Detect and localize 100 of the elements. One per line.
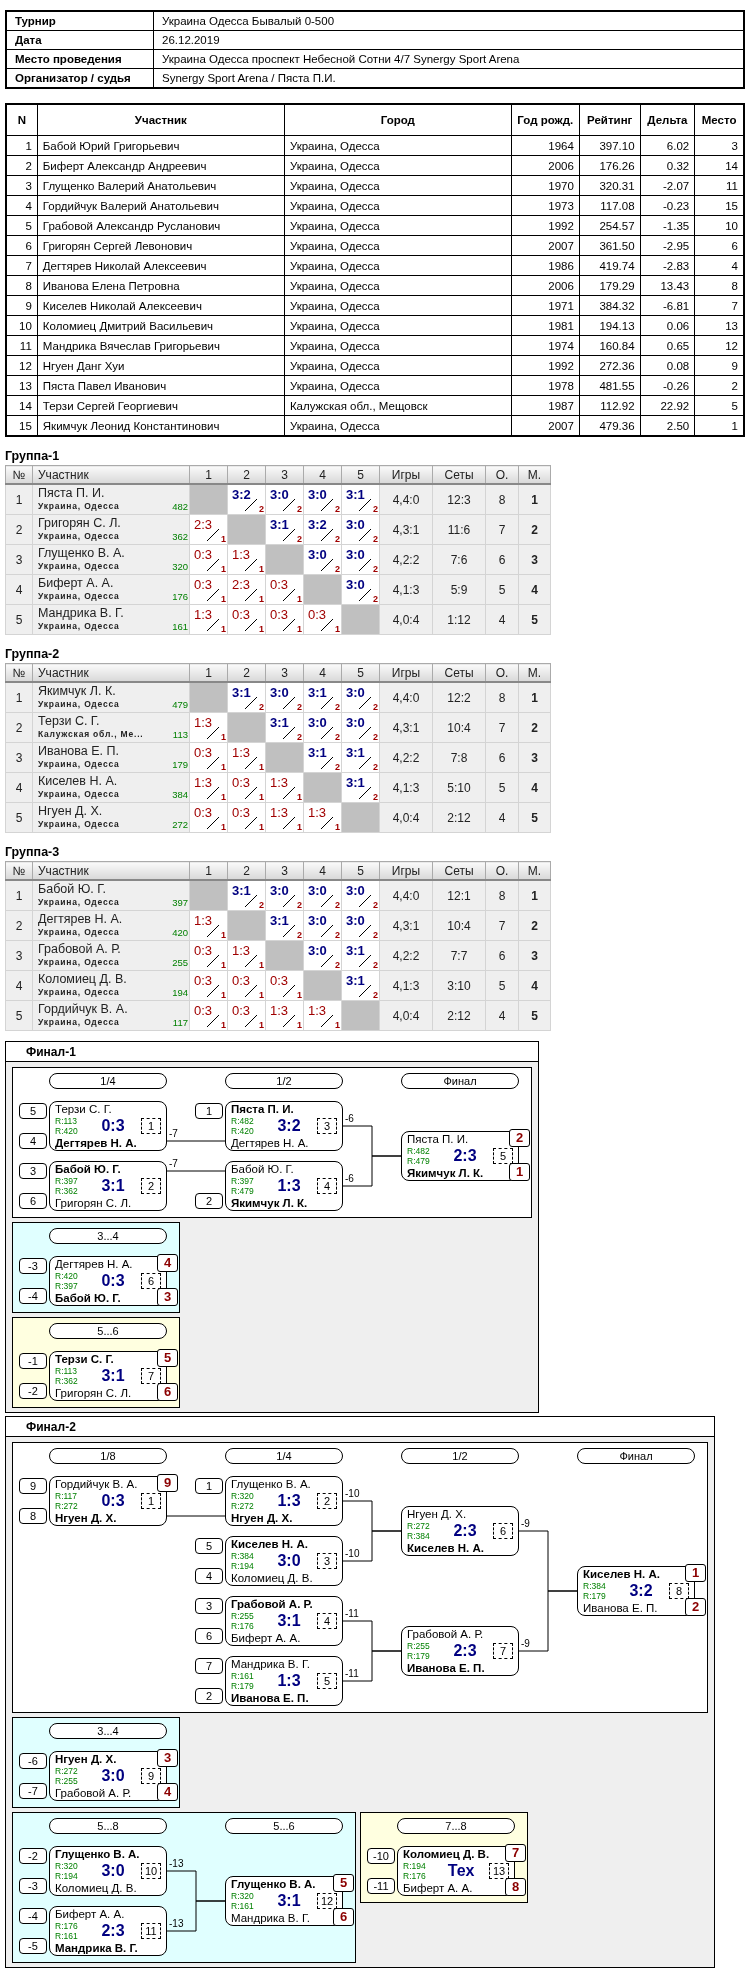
game-points: 1: [259, 822, 264, 832]
match-number: 3: [317, 1553, 337, 1569]
game-points: 2: [297, 534, 302, 544]
game-score: 1:3: [308, 1003, 327, 1018]
loser-label: -10: [345, 1548, 360, 1559]
rating-label: R:176: [231, 1621, 255, 1631]
column-header: О.: [485, 861, 519, 880]
player-city: Украина, Одесса: [38, 561, 120, 571]
player-city: Калужская обл., Ме...: [38, 729, 144, 739]
table-cell: 14: [6, 395, 38, 416]
column-header: Игры: [379, 861, 433, 880]
column-header: Сеты: [432, 861, 486, 880]
table-cell: Глущенко Валерий Анатольевич: [37, 175, 285, 196]
slash-mark: [244, 618, 258, 632]
table-cell: 12: [6, 355, 38, 376]
column-header: №: [5, 861, 33, 880]
game-points: 1: [297, 624, 302, 634]
loser-label: -9: [521, 1638, 530, 1649]
table-cell: 3: [5, 940, 33, 971]
loser-label: -7: [169, 1158, 178, 1169]
table-cell: 5: [5, 1000, 33, 1031]
round-label: 5...6: [225, 1818, 343, 1834]
table-cell: 179.29: [579, 275, 641, 296]
table-cell: 11:6: [432, 514, 486, 545]
player-city: Украина, Одесса: [38, 699, 120, 709]
player-name: Биферт А. А.: [55, 1907, 126, 1921]
table-cell: 0.08: [640, 355, 695, 376]
game-score: 3:1: [346, 973, 365, 988]
seed-box: -6: [19, 1753, 47, 1769]
player-name: Дегтярев Н. А.: [55, 1136, 138, 1150]
player-name: Биферт А. А.: [38, 576, 114, 590]
game-points: 2: [335, 762, 340, 772]
player-name: Киселев Н. А.: [231, 1537, 309, 1551]
rating-label: R:179: [583, 1591, 607, 1601]
slash-mark: [358, 558, 372, 572]
slash-mark: [206, 816, 220, 830]
rating-label: R:320: [231, 1891, 255, 1901]
player-name: Бабой Ю. Г.: [231, 1162, 295, 1176]
table-cell: 7:6: [432, 544, 486, 575]
slash-mark: [358, 984, 372, 998]
table-cell: Украина, Одесса: [284, 155, 512, 176]
column-header: 1: [189, 663, 228, 682]
slash-mark: [320, 924, 334, 938]
player-name: Нгуен Д. Х.: [55, 1511, 118, 1525]
table-cell: 4,0:4: [379, 1000, 433, 1031]
game-score: 0:3: [308, 607, 327, 622]
round-label: 1/4: [49, 1073, 167, 1089]
table-cell: -6.81: [640, 295, 695, 316]
game-score: 3:1: [232, 685, 251, 700]
table-cell: -2.07: [640, 175, 695, 196]
place-badge: 2: [685, 1598, 706, 1616]
game-score: 3:0: [308, 913, 327, 928]
game-points: 1: [221, 732, 226, 742]
slash-mark: [206, 726, 220, 740]
game-points: 1: [221, 930, 226, 940]
slash-mark: [206, 954, 220, 968]
rating-label: R:420: [231, 1126, 255, 1136]
table-cell: Украина, Одесса: [284, 335, 512, 356]
table-cell: 4,2:2: [379, 544, 433, 575]
match-number: 1: [141, 1118, 161, 1134]
place-badge: 2: [509, 1129, 530, 1147]
loser-label: -11: [345, 1608, 359, 1619]
rating-label: R:272: [231, 1501, 255, 1511]
table-cell: 112.92: [579, 395, 641, 416]
table-cell: 5: [6, 215, 38, 236]
column-header: N: [6, 104, 38, 136]
seed-box: 5: [195, 1538, 223, 1554]
rating-label: R:420: [55, 1126, 79, 1136]
game-score: 0:3: [232, 607, 251, 622]
game-score: 2:3: [232, 577, 251, 592]
player-name: Мандрика В. Г.: [231, 1911, 311, 1925]
slash-mark: [282, 696, 296, 710]
slash-mark: [358, 924, 372, 938]
player-name: Гордийчук В. А.: [38, 1002, 128, 1016]
column-header: 1: [189, 861, 228, 880]
column-header: М.: [518, 465, 551, 484]
table-cell: Дегтярев Николай Алексеевич: [37, 255, 285, 276]
slash-mark: [244, 498, 258, 512]
game-score: 0:3: [270, 607, 289, 622]
place-badge: 8: [505, 1878, 526, 1896]
match-number: 7: [493, 1643, 513, 1659]
table-cell: 4,3:1: [379, 712, 433, 743]
table-cell: Украина, Одесса: [284, 135, 512, 156]
game-score: 3:1: [270, 715, 289, 730]
table-cell: 4,0:4: [379, 802, 433, 833]
game-score: 3:1: [346, 943, 365, 958]
table-cell: 3: [5, 544, 33, 575]
table-cell: 4,1:3: [379, 772, 433, 803]
player-rating: 161: [172, 621, 188, 632]
table-cell: Украина, Одесса: [284, 295, 512, 316]
table-cell: 272.36: [579, 355, 641, 376]
round-label: 3...4: [49, 1723, 167, 1739]
game-score: 1:3: [194, 913, 213, 928]
final-title: Финал-2: [26, 1419, 76, 1434]
seed-box: 5: [19, 1103, 47, 1119]
seed-box: 9: [19, 1478, 47, 1494]
player-name: Иванова Е. П.: [583, 1601, 659, 1615]
seed-box: 7: [195, 1658, 223, 1674]
seed-box: -1: [19, 1353, 47, 1369]
player-name: Киселев Н. А.: [38, 774, 118, 788]
